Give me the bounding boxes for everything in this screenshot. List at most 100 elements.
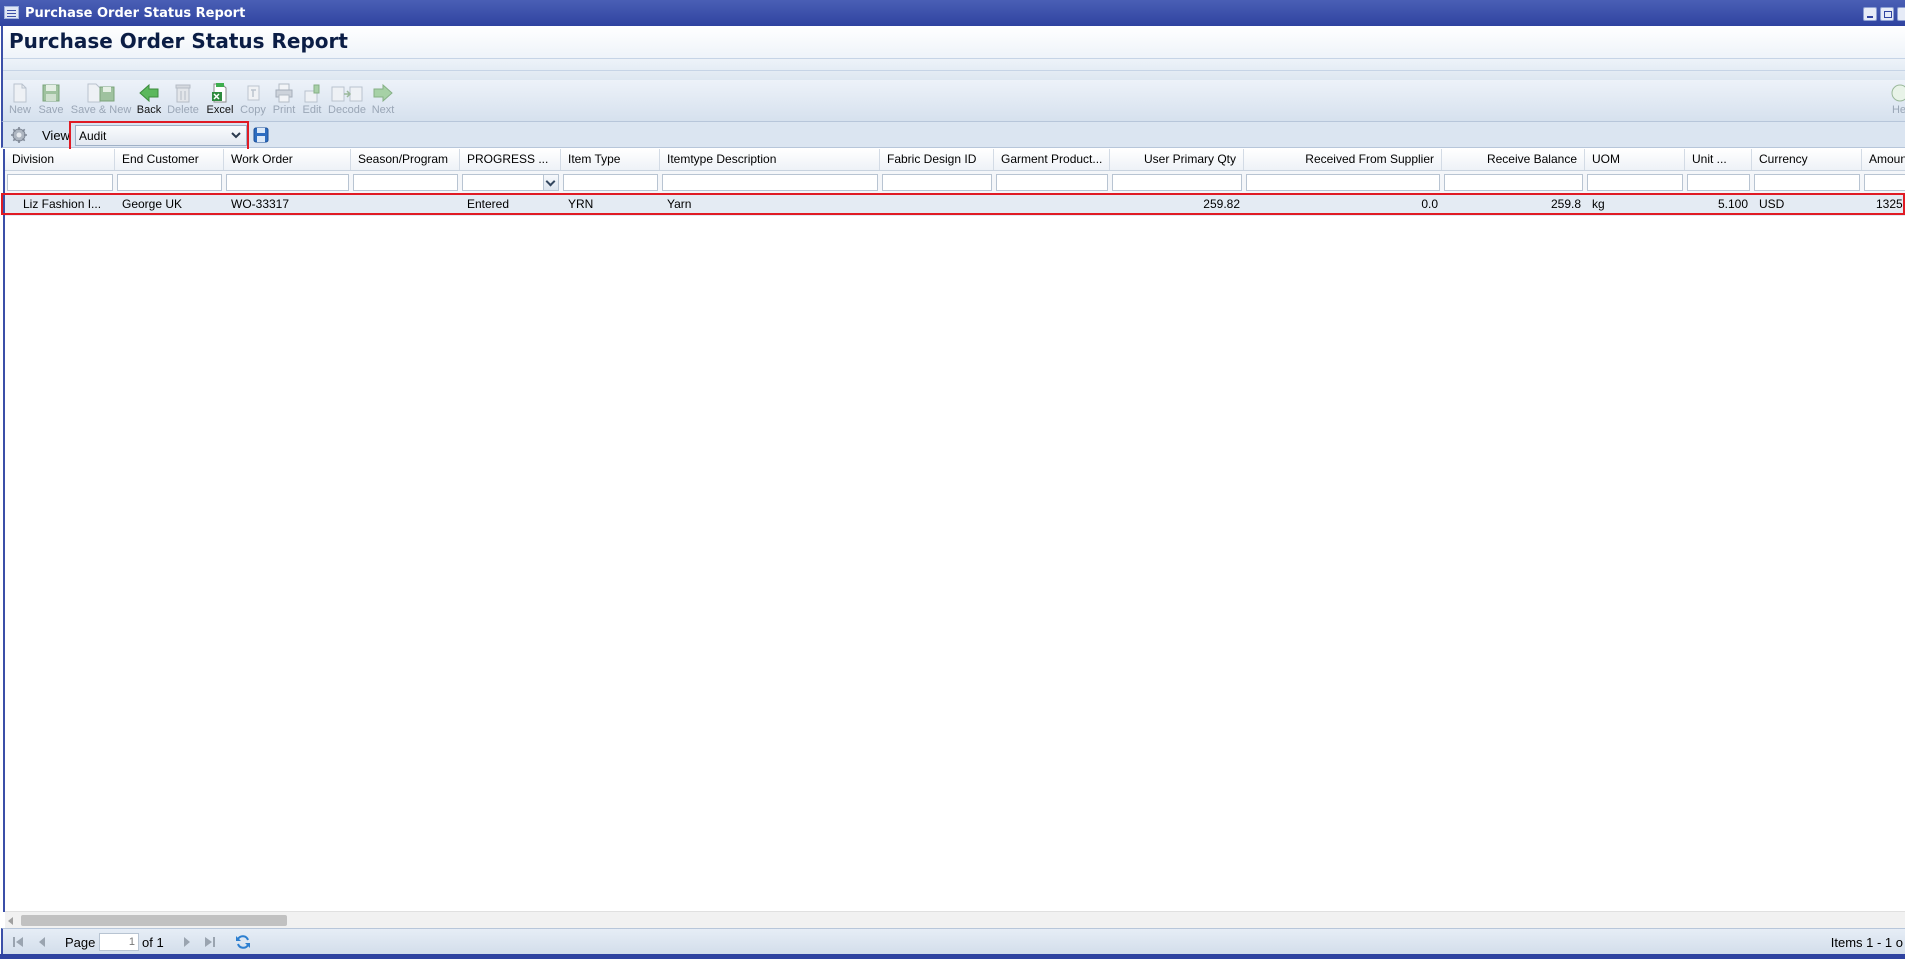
chevron-down-icon[interactable] — [543, 175, 558, 190]
next-button[interactable]: Next — [370, 83, 396, 116]
trash-icon — [175, 84, 191, 103]
print-label: Print — [272, 104, 296, 116]
save-new-icon — [87, 83, 115, 103]
next-label: Next — [371, 104, 395, 116]
filter-unit[interactable] — [1687, 174, 1750, 191]
help-label: He — [1891, 104, 1905, 116]
column-header-currency[interactable]: Currency — [1752, 149, 1862, 170]
print-button[interactable]: Print — [271, 83, 297, 116]
save-and-new-button[interactable]: Save & New — [69, 83, 133, 116]
filter-currency[interactable] — [1754, 174, 1860, 191]
edit-icon — [304, 84, 320, 103]
items-count-text: Items 1 - 1 o — [1830, 935, 1903, 950]
gear-icon[interactable] — [11, 127, 27, 143]
last-page-icon[interactable] — [204, 936, 216, 948]
minimize-icon[interactable] — [1863, 7, 1877, 21]
save-new-label: Save & New — [70, 104, 132, 116]
cell-end-customer: George UK — [122, 197, 183, 211]
filter-division[interactable] — [7, 174, 113, 191]
decode-button[interactable]: Decode — [327, 83, 367, 116]
refresh-icon[interactable] — [235, 934, 251, 950]
restore-icon[interactable] — [1880, 7, 1894, 21]
help-icon — [1891, 84, 1905, 102]
save-view-icon[interactable] — [253, 127, 269, 143]
header-divider — [3, 58, 1905, 59]
column-header-item-type[interactable]: Item Type — [561, 149, 660, 170]
cell-work-order: WO-33317 — [231, 197, 290, 211]
filter-season-program[interactable] — [353, 174, 458, 191]
horizontal-scrollbar[interactable] — [5, 911, 1905, 929]
page-count-label: of 1 — [142, 935, 164, 950]
column-header-uom[interactable]: UOM — [1585, 149, 1685, 170]
window-title: Purchase Order Status Report — [25, 6, 246, 21]
cell-receive-balance: 259.8 — [1550, 197, 1581, 211]
excel-icon — [212, 83, 227, 103]
save-label: Save — [38, 104, 64, 116]
column-header-season-program[interactable]: Season/Program — [351, 149, 460, 170]
back-arrow-icon — [139, 83, 159, 103]
first-page-icon[interactable] — [12, 936, 24, 948]
filter-amount[interactable] — [1864, 174, 1905, 191]
column-header-itemtype-description[interactable]: Itemtype Description — [660, 149, 880, 170]
filter-receive-balance[interactable] — [1444, 174, 1583, 191]
column-header-end-customer[interactable]: End Customer — [115, 149, 224, 170]
pager: Page 1 of 1 Items 1 - 1 o — [1, 928, 1905, 954]
window-bottom-border — [0, 954, 1905, 959]
filter-end-customer[interactable] — [117, 174, 222, 191]
filter-received-from-supplier[interactable] — [1246, 174, 1440, 191]
filter-row — [5, 171, 1905, 194]
page-header: Purchase Order Status Report — [1, 26, 1905, 80]
column-header-garment-product[interactable]: Garment Product... — [994, 149, 1110, 170]
column-header-receive-balance[interactable]: Receive Balance — [1442, 149, 1585, 170]
column-header-work-order[interactable]: Work Order — [224, 149, 351, 170]
next-page-icon[interactable] — [181, 936, 193, 948]
excel-button[interactable]: Excel — [205, 83, 235, 116]
scrollbar-thumb[interactable] — [21, 915, 287, 926]
cell-amount: 1325.0 — [1876, 197, 1905, 211]
help-button[interactable]: He — [1890, 83, 1905, 116]
scroll-left-icon[interactable] — [8, 917, 13, 925]
save-button[interactable]: Save — [38, 83, 64, 116]
grid-header: Division End Customer Work Order Season/… — [5, 149, 1905, 171]
decode-label: Decode — [328, 104, 366, 116]
page-number-input[interactable]: 1 — [99, 933, 139, 951]
column-header-fabric-design-id[interactable]: Fabric Design ID — [880, 149, 994, 170]
view-select[interactable]: Audit — [75, 125, 247, 146]
toolbar: New Save Save & New Back Delete Excel Co… — [1, 80, 1905, 122]
cell-received-from-supplier: 0.0 — [1421, 197, 1438, 211]
new-label: New — [8, 104, 31, 116]
copy-button[interactable]: Copy — [239, 83, 267, 116]
column-header-unit[interactable]: Unit ... — [1685, 149, 1752, 170]
back-button[interactable]: Back — [136, 83, 162, 116]
column-header-division[interactable]: Division — [5, 149, 115, 170]
column-header-amount[interactable]: Amoun — [1862, 149, 1905, 170]
cell-user-primary-qty: 259.82 — [1203, 197, 1240, 211]
close-icon[interactable] — [1897, 7, 1905, 21]
edit-button[interactable]: Edit — [300, 83, 324, 116]
view-bar: View Audit — [1, 122, 1905, 148]
edit-label: Edit — [302, 104, 322, 116]
column-header-user-primary-qty[interactable]: User Primary Qty — [1110, 149, 1244, 170]
cell-item-type: YRN — [568, 197, 594, 211]
filter-itemtype-description[interactable] — [662, 174, 878, 191]
filter-progress[interactable] — [462, 174, 559, 191]
decode-icon — [331, 86, 363, 102]
copy-label: Copy — [240, 104, 266, 116]
filter-work-order[interactable] — [226, 174, 349, 191]
new-button[interactable]: New — [8, 83, 32, 116]
next-arrow-icon — [373, 83, 393, 103]
previous-page-icon[interactable] — [36, 936, 48, 948]
chevron-down-icon[interactable] — [228, 128, 244, 143]
filter-uom[interactable] — [1587, 174, 1683, 191]
filter-fabric-design-id[interactable] — [882, 174, 992, 191]
delete-button[interactable]: Delete — [166, 83, 200, 116]
filter-garment-product[interactable] — [996, 174, 1108, 191]
column-header-received-from-supplier[interactable]: Received From Supplier — [1244, 149, 1442, 170]
column-header-progress[interactable]: PROGRESS ... — [460, 149, 561, 170]
filter-user-primary-qty[interactable] — [1112, 174, 1242, 191]
table-row[interactable]: Liz Fashion I... George UK WO-33317 Ente… — [5, 193, 1905, 216]
cell-fabric-design-id — [880, 193, 994, 216]
filter-item-type[interactable] — [563, 174, 658, 191]
back-label: Back — [136, 104, 162, 116]
view-selected-value: Audit — [79, 129, 107, 143]
